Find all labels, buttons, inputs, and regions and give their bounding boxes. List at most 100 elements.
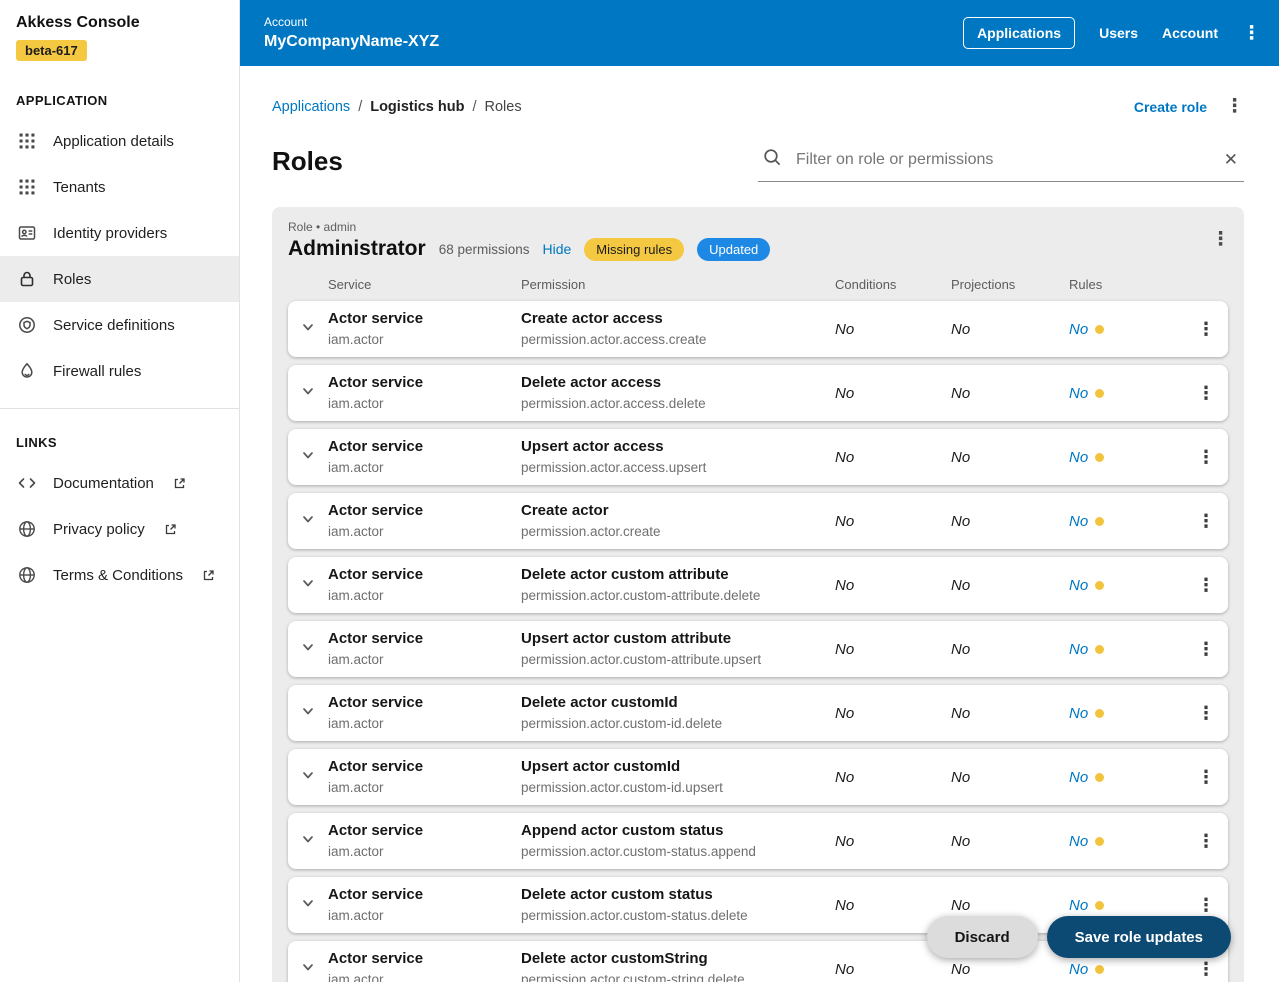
page-menu-icon[interactable]: ⋮ [1225,95,1244,118]
topbar-nav-users[interactable]: Users [1099,25,1138,41]
role-name: Administrator [288,237,426,261]
expand-row-button[interactable] [288,319,328,340]
row-menu-icon[interactable]: ⋮ [1184,895,1228,916]
breadcrumb-logistics-hub[interactable]: Logistics hub [370,99,464,115]
permission-cell: Upsert actor access permission.actor.acc… [521,429,835,484]
sidebar-item-firewall-rules[interactable]: Firewall rules [0,348,239,394]
row-menu-icon[interactable]: ⋮ [1184,575,1228,596]
role-menu-icon[interactable]: ⋮ [1211,228,1230,251]
permission-row: Actor service iam.actor Upsert actor acc… [288,429,1228,485]
role-card: Role • admin Administrator 68 permission… [272,207,1244,982]
title-row: Roles ✕ [272,140,1244,182]
conditions-value: No [835,449,951,466]
expand-row-button[interactable] [288,959,328,980]
permission-code: permission.actor.custom-attribute.upsert [521,651,827,669]
sidebar-section-application: APPLICATION [0,67,239,118]
rules-cell: No [1069,769,1184,786]
service-cell: Actor service iam.actor [328,621,521,676]
search-input[interactable] [794,150,1210,170]
sidebar-item-service-definitions[interactable]: Service definitions [0,302,239,348]
permission-count: 68 permissions [439,242,530,257]
column-permission: Permission [521,277,835,292]
permission-name: Create actor [521,501,827,521]
rules-cell: No [1069,705,1184,722]
row-menu-icon[interactable]: ⋮ [1184,319,1228,340]
sidebar-item-label: Service definitions [53,317,175,334]
permission-code: permission.actor.create [521,523,827,541]
projections-value: No [951,961,1069,978]
app-title: Akkess Console [16,14,223,32]
chevron-down-icon [300,703,316,724]
sidebar-item-application-details[interactable]: Application details [0,118,239,164]
sidebar-item-documentation[interactable]: Documentation [0,460,239,506]
rules-cell: No [1069,449,1184,466]
column-conditions: Conditions [835,277,951,292]
chevron-down-icon [300,575,316,596]
row-menu-icon[interactable]: ⋮ [1184,447,1228,468]
rules-cell: No [1069,961,1184,978]
sidebar-item-label: Documentation [53,475,154,492]
expand-row-button[interactable] [288,511,328,532]
topbar-nav-account[interactable]: Account [1162,25,1218,41]
expand-row-button[interactable] [288,639,328,660]
permission-name: Delete actor customId [521,693,827,713]
row-menu-icon[interactable]: ⋮ [1184,703,1228,724]
row-menu-icon[interactable]: ⋮ [1184,959,1228,980]
discard-button[interactable]: Discard [927,916,1038,958]
expand-row-button[interactable] [288,703,328,724]
role-card-header: Role • admin Administrator 68 permission… [288,220,1228,261]
conditions-value: No [835,385,951,402]
missing-rule-dot-icon [1095,709,1104,718]
save-role-updates-button[interactable]: Save role updates [1047,916,1231,958]
sidebar-item-terms-conditions[interactable]: Terms & Conditions [0,552,239,598]
sidebar-item-privacy-policy[interactable]: Privacy policy [0,506,239,552]
breadcrumb-applications[interactable]: Applications [272,99,350,115]
missing-rule-dot-icon [1095,773,1104,782]
permission-name: Upsert actor custom attribute [521,629,827,649]
clear-search-icon[interactable]: ✕ [1222,150,1240,170]
sidebar-item-tenants[interactable]: Tenants [0,164,239,210]
expand-row-button[interactable] [288,447,328,468]
service-cell: Actor service iam.actor [328,685,521,740]
missing-rule-dot-icon [1095,901,1104,910]
rules-value: No [1069,385,1088,402]
chevron-down-icon [300,959,316,980]
rules-value: No [1069,449,1088,466]
row-menu-icon[interactable]: ⋮ [1184,383,1228,404]
expand-row-button[interactable] [288,831,328,852]
expand-row-button[interactable] [288,575,328,596]
missing-rule-dot-icon [1095,389,1104,398]
rules-value: No [1069,577,1088,594]
expand-row-button[interactable] [288,895,328,916]
chevron-down-icon [300,319,316,340]
page-title: Roles [272,146,343,177]
sidebar-item-roles[interactable]: Roles [0,256,239,302]
breadcrumb: Applications / Logistics hub / Roles [272,99,522,115]
row-menu-icon[interactable]: ⋮ [1184,767,1228,788]
service-cell: Actor service iam.actor [328,365,521,420]
permission-code: permission.actor.access.create [521,331,827,349]
conditions-value: No [835,769,951,786]
service-code: iam.actor [328,523,513,541]
breadcrumb-row: Applications / Logistics hub / Roles Cre… [272,95,1244,118]
permission-name: Delete actor custom attribute [521,565,827,585]
rules-cell: No [1069,577,1184,594]
missing-rule-dot-icon [1095,581,1104,590]
external-link-icon [202,569,215,582]
account-name: MyCompanyName-XYZ [264,33,439,51]
breadcrumb-separator: / [472,99,476,115]
topbar-nav-applications[interactable]: Applications [963,17,1075,49]
service-name: Actor service [328,373,513,393]
sidebar-item-identity-providers[interactable]: Identity providers [0,210,239,256]
sidebar-item-label: Terms & Conditions [53,567,183,584]
row-menu-icon[interactable]: ⋮ [1184,639,1228,660]
permission-cell: Upsert actor custom attribute permission… [521,621,835,676]
expand-row-button[interactable] [288,767,328,788]
row-menu-icon[interactable]: ⋮ [1184,831,1228,852]
expand-row-button[interactable] [288,383,328,404]
topbar-menu-icon[interactable]: ⋮ [1242,24,1261,43]
hide-link[interactable]: Hide [542,241,571,257]
row-menu-icon[interactable]: ⋮ [1184,511,1228,532]
rules-cell: No [1069,321,1184,338]
create-role-button[interactable]: Create role [1134,99,1207,115]
